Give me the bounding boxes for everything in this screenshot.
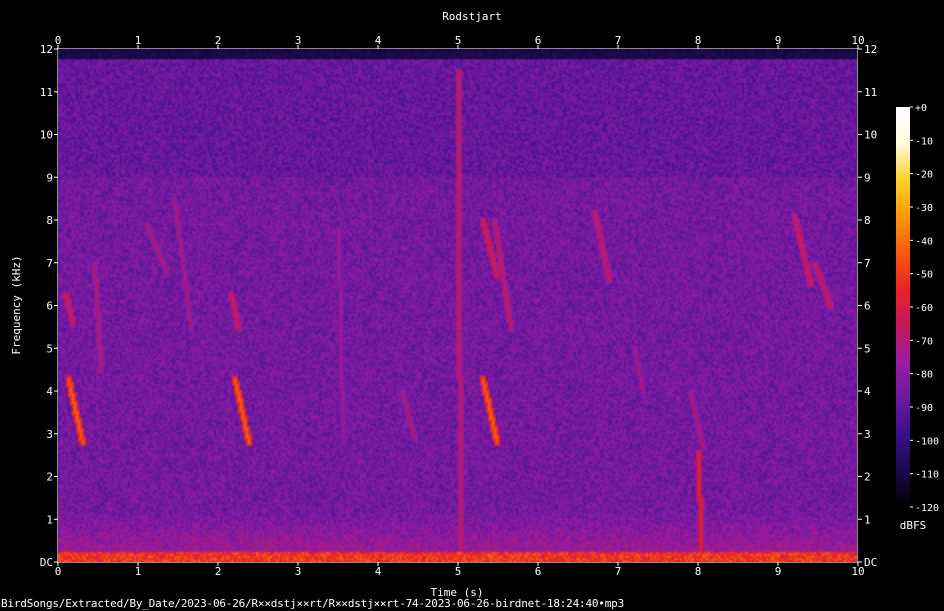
x-tick-label-top: 3 <box>295 34 302 47</box>
colorbar-ticks: +0 -10 -20 -30 -40 -50 -60 -70 -80 -90 -100 -110 -12… <box>910 103 939 514</box>
y-axis-left: DC123456789101112 <box>40 43 58 569</box>
y-tick-label-left: 6 <box>46 300 53 313</box>
colorbar-gradient <box>896 107 910 507</box>
x-tick-label-top: 10 <box>851 34 864 47</box>
y-tick-label-right: 10 <box>864 129 877 142</box>
colorbar-tick-label: -110 <box>915 470 939 481</box>
y-tick-label-left: 10 <box>40 129 53 142</box>
x-tick-label-top: 6 <box>535 34 542 47</box>
x-tick-label-top: 1 <box>135 34 142 47</box>
x-tick-label-top: 2 <box>215 34 222 47</box>
colorbar-tick-label: -40 <box>915 236 933 247</box>
spectrogram-heatmap <box>58 49 858 562</box>
colorbar-tick-label: -80 <box>915 370 933 381</box>
x-tick-label-top: 7 <box>615 34 622 47</box>
file-path-caption: BirdSongs/Extracted/By_Date/2023-06-26/R… <box>1 597 624 610</box>
y-tick-label-left: 4 <box>46 385 53 398</box>
spectrogram-plot <box>57 48 858 563</box>
x-tick-label-bottom: 9 <box>775 565 782 578</box>
colorbar-tick-label: +0 <box>915 103 927 114</box>
y-tick-label-right: 5 <box>864 342 871 355</box>
colorbar-tick-label: -120 <box>915 503 939 514</box>
y-tick-label-right: 1 <box>864 513 871 526</box>
colorbar-tick-label: -90 <box>915 403 933 414</box>
x-tick-label-top: 5 <box>455 34 462 47</box>
y-tick-label-left: 2 <box>46 471 53 484</box>
y-tick-label-right: 8 <box>864 214 871 227</box>
y-tick-label-left: DC <box>40 556 53 569</box>
y-tick-label-right: 6 <box>864 300 871 313</box>
y-axis-right: DC123456789101112 <box>858 43 877 569</box>
y-axis-label: Frequency (kHz) <box>10 255 23 354</box>
colorbar-tick-label: -70 <box>915 336 933 347</box>
colorbar-tick-label: -100 <box>915 436 939 447</box>
x-tick-label-bottom: 3 <box>295 565 302 578</box>
y-tick-label-right: 12 <box>864 43 877 56</box>
y-tick-label-right: 7 <box>864 257 871 270</box>
colorbar: +0 -10 -20 -30 -40 -50 -60 -70 -80 -90 -100 -110 -12… <box>896 103 939 532</box>
x-tick-label-bottom: 10 <box>851 565 864 578</box>
y-tick-label-right: DC <box>864 556 877 569</box>
x-tick-label-top: 9 <box>775 34 782 47</box>
x-tick-label-bottom: 4 <box>375 565 382 578</box>
y-tick-label-left: 12 <box>40 43 53 56</box>
y-tick-label-left: 3 <box>46 428 53 441</box>
y-tick-label-right: 3 <box>864 428 871 441</box>
y-tick-label-right: 2 <box>864 471 871 484</box>
colorbar-tick-label: -10 <box>915 136 933 147</box>
x-tick-label-bottom: 0 <box>55 565 62 578</box>
y-tick-label-left: 9 <box>46 171 53 184</box>
y-tick-label-right: 11 <box>864 86 877 99</box>
x-tick-label-bottom: 8 <box>695 565 702 578</box>
y-tick-label-left: 7 <box>46 257 53 270</box>
x-tick-label-top: 8 <box>695 34 702 47</box>
y-tick-label-right: 9 <box>864 171 871 184</box>
chart-title: Rodstjart <box>442 10 502 23</box>
x-axis-bottom: 0 1 2 3 4 5 6 7 8 9 10 <box>55 562 865 578</box>
x-tick-label-top: 0 <box>55 34 62 47</box>
spectrogram-figure: Rodstjart 0 1 2 3 4 5 6 7 8 9 10 0 1 2 3 4 5 6 7 8 9 10 DC12… <box>10 10 939 599</box>
colorbar-tick-label: -60 <box>915 303 933 314</box>
colorbar-tick-label: -30 <box>915 203 933 214</box>
colorbar-label: dBFS <box>900 519 927 532</box>
x-tick-label-bottom: 7 <box>615 565 622 578</box>
x-tick-label-bottom: 5 <box>455 565 462 578</box>
y-tick-label-left: 1 <box>46 513 53 526</box>
y-tick-label-right: 4 <box>864 385 871 398</box>
x-tick-label-bottom: 2 <box>215 565 222 578</box>
x-tick-label-top: 4 <box>375 34 382 47</box>
y-tick-label-left: 8 <box>46 214 53 227</box>
x-tick-label-bottom: 1 <box>135 565 142 578</box>
y-tick-label-left: 5 <box>46 342 53 355</box>
y-tick-label-left: 11 <box>40 86 53 99</box>
colorbar-tick-label: -20 <box>915 170 933 181</box>
colorbar-tick-label: -50 <box>915 270 933 281</box>
x-tick-label-bottom: 6 <box>535 565 542 578</box>
x-axis-top: 0 1 2 3 4 5 6 7 8 9 10 <box>55 34 865 49</box>
